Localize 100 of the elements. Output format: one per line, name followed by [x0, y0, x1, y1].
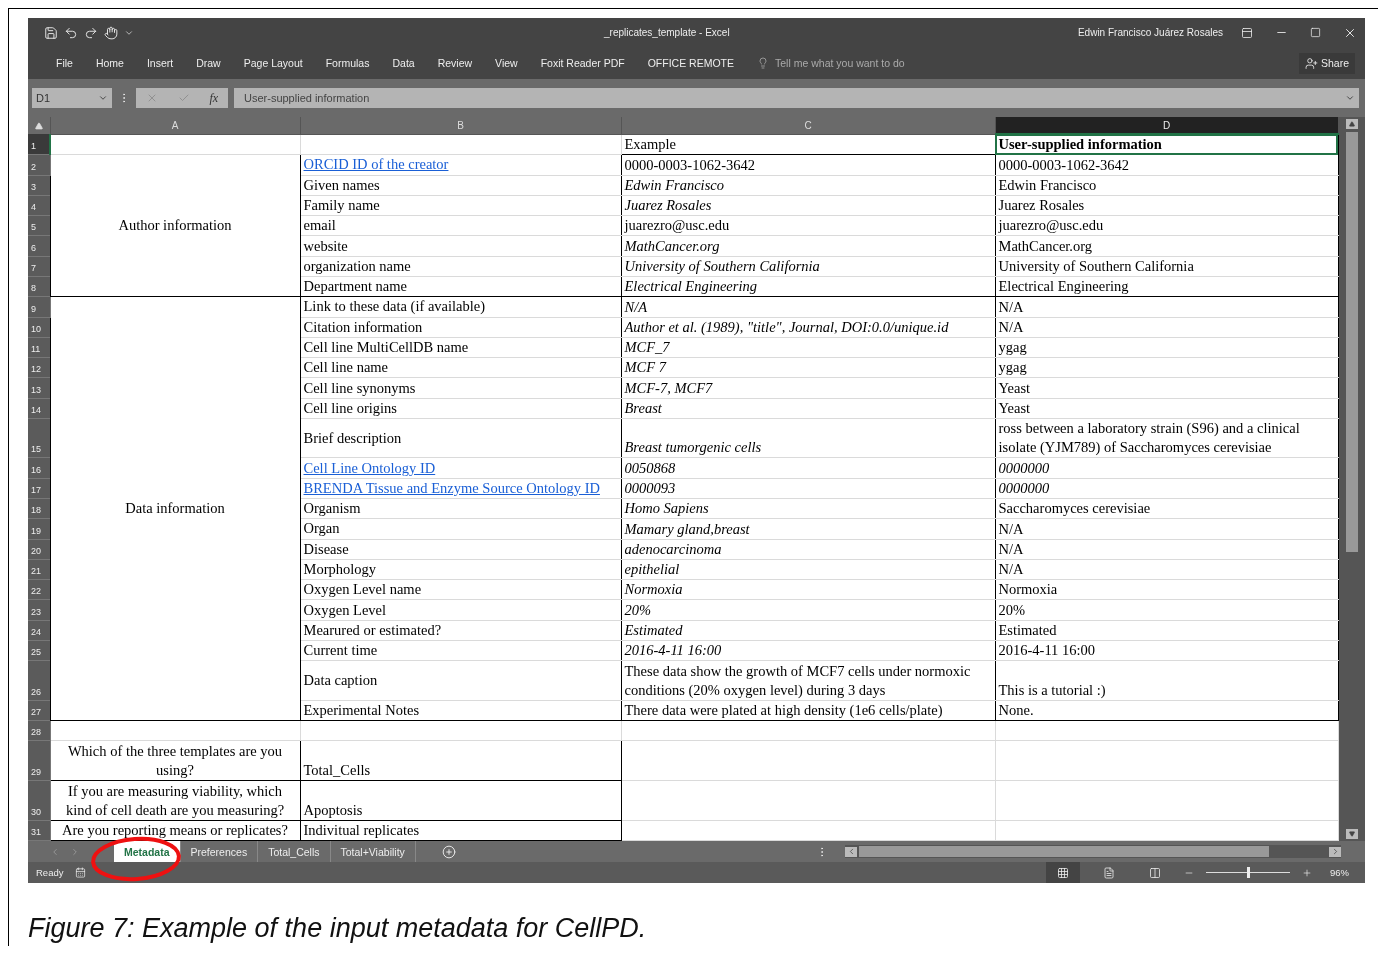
- table-cell: Saccharomyces cerevisiae: [995, 498, 1338, 519]
- row-header[interactable]: 25: [28, 640, 50, 661]
- table-cell: MCF-7, MCF7: [621, 377, 995, 399]
- user-name: Edwin Francisco Juárez Rosales: [1077, 27, 1223, 38]
- column-header[interactable]: C: [621, 117, 995, 134]
- redo-icon[interactable]: [84, 25, 98, 40]
- row-header[interactable]: 18: [28, 498, 50, 519]
- save-icon[interactable]: [44, 25, 58, 40]
- add-sheet-icon[interactable]: [441, 844, 456, 859]
- table-cell: Citation information: [300, 317, 621, 338]
- table-cell: 2016-4-11 16:00: [995, 640, 1338, 661]
- zoom-level: 96%: [1330, 867, 1349, 878]
- ribbon-display-icon[interactable]: [1241, 26, 1253, 39]
- ribbon-tab[interactable]: Foxit Reader PDF: [530, 57, 635, 69]
- table-cell: N/A: [621, 296, 995, 318]
- table-cell: Indivitual replicates: [300, 820, 621, 841]
- row-header[interactable]: 16: [28, 458, 50, 479]
- row-header[interactable]: 11: [28, 337, 50, 358]
- table-cell: website: [300, 235, 621, 257]
- column-header[interactable]: B: [300, 117, 621, 134]
- row-header[interactable]: 7: [28, 256, 50, 277]
- scrollbar-thumb[interactable]: [1345, 132, 1358, 552]
- table-cell: MCF_7: [621, 337, 995, 358]
- caret-icon: [98, 93, 108, 103]
- scroll-right-button[interactable]: [1329, 846, 1341, 857]
- ribbon-tab[interactable]: Data: [382, 57, 425, 69]
- caret-icon: [1345, 93, 1355, 103]
- ribbon-tab[interactable]: Review: [427, 57, 483, 69]
- row-header[interactable]: 31: [28, 820, 50, 841]
- row-header[interactable]: 6: [28, 235, 50, 257]
- ribbon-tab[interactable]: File: [46, 57, 83, 69]
- share-button[interactable]: Share: [1298, 52, 1355, 74]
- ribbon-tab[interactable]: Page Layout: [233, 57, 313, 69]
- row-header[interactable]: 8: [28, 276, 50, 297]
- ribbon-tab[interactable]: View: [485, 57, 528, 69]
- scroll-down-button[interactable]: [1345, 829, 1358, 839]
- row-header[interactable]: 12: [28, 357, 50, 378]
- column-header[interactable]: A: [50, 117, 300, 134]
- hand-icon[interactable]: [104, 25, 118, 40]
- scroll-left-button[interactable]: [845, 846, 857, 857]
- row-header[interactable]: 29: [28, 740, 50, 781]
- column-header[interactable]: D: [995, 117, 1338, 134]
- ribbon-tab[interactable]: Formulas: [315, 57, 380, 69]
- ribbon-tab[interactable]: OFFICE REMOTE: [637, 57, 745, 69]
- row-header[interactable]: 13: [28, 377, 50, 399]
- scrollbar-thumb[interactable]: [859, 846, 1269, 857]
- row-header[interactable]: 14: [28, 398, 50, 419]
- row-header[interactable]: 9: [28, 296, 50, 318]
- undo-icon[interactable]: [64, 25, 78, 40]
- row-header[interactable]: 24: [28, 620, 50, 641]
- ribbon-tab[interactable]: Home: [85, 57, 134, 69]
- table-cell: Normoxia: [621, 579, 995, 600]
- table-cell: 0000-0003-1062-3642: [995, 154, 1338, 176]
- row-header[interactable]: 3: [28, 175, 50, 196]
- row-header[interactable]: 19: [28, 518, 50, 540]
- table-cell: Mamary gland,breast: [621, 518, 995, 540]
- formula-field[interactable]: User-supplied information: [234, 88, 1359, 108]
- name-box[interactable]: D1: [32, 88, 112, 108]
- row-header[interactable]: 15: [28, 418, 50, 458]
- tell-me-field[interactable]: Tell me what you want to do: [773, 56, 978, 70]
- view-button[interactable]: [1046, 862, 1080, 883]
- row-header[interactable]: 23: [28, 599, 50, 621]
- row-header[interactable]: 2: [28, 154, 50, 176]
- row-header[interactable]: 28: [28, 720, 50, 741]
- table-cell: There data were plated at high density (1e6 cells/plate): [621, 700, 995, 721]
- row-header[interactable]: 21: [28, 559, 50, 580]
- scroll-up-button[interactable]: [1345, 119, 1358, 129]
- table-cell: Department name: [300, 276, 621, 297]
- row-header[interactable]: 1: [28, 134, 50, 155]
- table-cell: Homo Sapiens: [621, 498, 995, 519]
- table-cell: University of Southern California: [995, 256, 1338, 277]
- table-cell: Breast tumorgenic cells: [621, 418, 995, 458]
- row-header[interactable]: 27: [28, 700, 50, 721]
- insert-function-button[interactable]: fx: [209, 90, 219, 106]
- row-header[interactable]: 20: [28, 539, 50, 560]
- window-title: _replicates_template - Excel: [604, 27, 731, 38]
- table-cell: MathCancer.org: [995, 235, 1338, 257]
- table-cell: Cell line name: [300, 357, 621, 378]
- row-header[interactable]: 22: [28, 579, 50, 600]
- table-cell: N/A: [995, 559, 1338, 580]
- table-cell: organization name: [300, 256, 621, 277]
- row-header[interactable]: 4: [28, 195, 50, 216]
- row-header[interactable]: 30: [28, 780, 50, 820]
- table-cell: University of Southern California: [621, 256, 995, 277]
- maximize-icon[interactable]: [1310, 27, 1321, 38]
- ribbon-tab[interactable]: Draw: [186, 57, 231, 69]
- select-all-icon[interactable]: [34, 122, 43, 130]
- row-header[interactable]: 26: [28, 660, 50, 701]
- ribbon-tab[interactable]: Insert: [136, 57, 184, 69]
- table-cell: ross between a laboratory strain (S96) and a clinical isolate (YJM789) of Saccharomyces cerevisiae: [995, 418, 1338, 458]
- grid-icon: [1057, 866, 1069, 879]
- table-cell: This is a tutorial :): [995, 660, 1338, 701]
- zoom-slider-thumb[interactable]: [1247, 867, 1250, 878]
- table-cell: Cell line synonyms: [300, 377, 621, 399]
- table-cell: Estimated: [995, 620, 1338, 641]
- row-header[interactable]: 5: [28, 215, 50, 236]
- zoom-in-icon[interactable]: [1302, 867, 1312, 878]
- row-header[interactable]: 17: [28, 478, 50, 499]
- table-cell: MathCancer.org: [621, 235, 995, 257]
- row-header[interactable]: 10: [28, 317, 50, 338]
